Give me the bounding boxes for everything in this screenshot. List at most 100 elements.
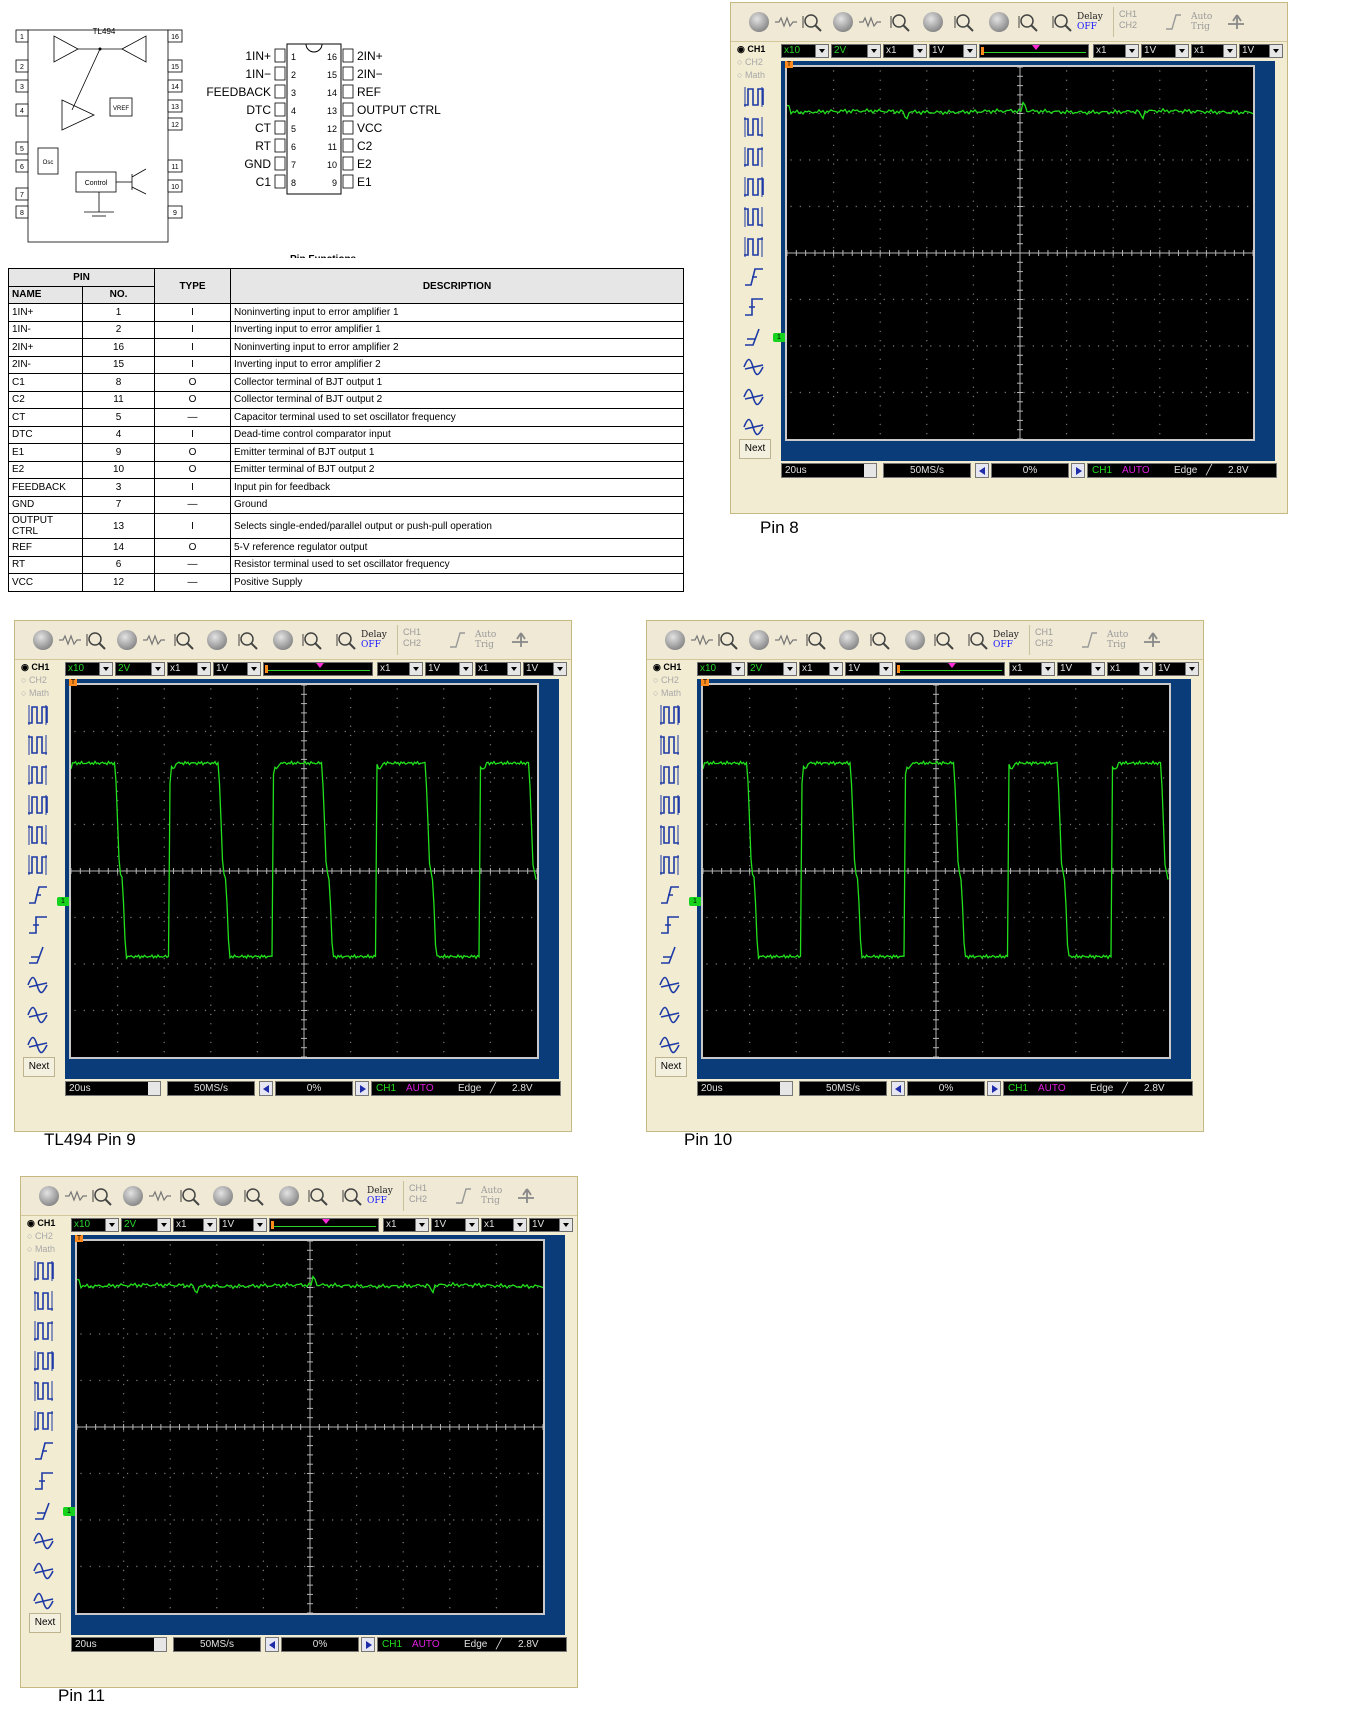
trigger-level-icon[interactable] xyxy=(515,1186,537,1209)
record-button[interactable] xyxy=(749,630,769,650)
trigger-mode-button-10[interactable] xyxy=(741,355,767,379)
trigger-mode-button-4[interactable] xyxy=(25,793,51,817)
trigger-mode-button-7[interactable] xyxy=(657,883,683,907)
next-button[interactable]: Next xyxy=(23,1057,55,1077)
trigger-mode-button-3[interactable] xyxy=(741,145,767,169)
zoom-out-icon[interactable] xyxy=(933,630,957,650)
zoom-fit-icon[interactable] xyxy=(869,630,893,650)
capture-button[interactable] xyxy=(213,1186,233,1206)
trigger-mode-button-2[interactable] xyxy=(31,1289,57,1313)
next-button[interactable]: Next xyxy=(29,1613,61,1633)
trigger-mode-button-3[interactable] xyxy=(31,1319,57,1343)
trigger-mode-button-12[interactable] xyxy=(657,1033,683,1057)
math-volts-select[interactable]: 1V xyxy=(1057,662,1105,676)
trigger-mode-button-10[interactable] xyxy=(25,973,51,997)
ch2-volts-select[interactable]: 1V xyxy=(219,1218,267,1232)
capture-button[interactable] xyxy=(923,12,943,32)
ch1-probe-select[interactable]: x10 xyxy=(697,662,745,676)
trigger-channel-select[interactable]: CH1 CH2 xyxy=(1035,627,1053,649)
zoom-icon[interactable] xyxy=(85,630,109,650)
channel-option-ch2[interactable]: ○ CH2 xyxy=(737,56,777,69)
ref-probe-select[interactable]: x1 xyxy=(1191,44,1237,58)
ch1-probe-select[interactable]: x10 xyxy=(65,662,113,676)
zoom-icon[interactable] xyxy=(801,12,825,32)
single-trigger-icon[interactable] xyxy=(773,12,799,32)
auto-trigger-button[interactable]: Auto Trig xyxy=(1191,12,1212,32)
channel-option-math[interactable]: ○ Math xyxy=(21,687,61,700)
auto-trigger-button[interactable]: Auto Trig xyxy=(481,1186,502,1206)
math-volts-select[interactable]: 1V xyxy=(431,1218,479,1232)
trigger-mode-button-4[interactable] xyxy=(657,793,683,817)
trigger-mode-button-12[interactable] xyxy=(25,1033,51,1057)
zoom-in-icon[interactable] xyxy=(889,12,913,32)
trigger-mode-button-8[interactable] xyxy=(25,913,51,937)
zoom-icon[interactable] xyxy=(91,1186,115,1206)
next-button[interactable]: Next xyxy=(739,439,771,459)
trigger-mode-button-5[interactable] xyxy=(657,823,683,847)
trigger-position-slider[interactable] xyxy=(263,662,373,676)
delay-toggle[interactable]: Delay OFF xyxy=(1077,12,1103,32)
trigger-mode-button-7[interactable] xyxy=(25,883,51,907)
trigger-right-button[interactable] xyxy=(361,1637,375,1652)
trigger-mode-button-7[interactable] xyxy=(31,1439,57,1463)
delay-icon[interactable] xyxy=(341,1186,365,1206)
trigger-channel-select[interactable]: CH1 CH2 xyxy=(1119,9,1137,31)
single-trigger-icon[interactable] xyxy=(57,630,83,650)
channel-option-ch1[interactable]: ◉ CH1 xyxy=(27,1217,67,1230)
channel-option-ch1[interactable]: ◉ CH1 xyxy=(737,43,777,56)
delay-toggle[interactable]: Delay OFF xyxy=(361,630,387,650)
ch2-volts-select[interactable]: 1V xyxy=(845,662,893,676)
run-stop-button[interactable] xyxy=(749,12,769,32)
ch1-ground-marker[interactable]: 1 xyxy=(689,897,701,906)
trigger-slope-icon[interactable] xyxy=(1163,12,1183,35)
trigger-level-icon[interactable] xyxy=(509,630,531,653)
timebase-select[interactable]: 20us xyxy=(697,1081,793,1096)
trigger-channel-select[interactable]: CH1 CH2 xyxy=(409,1183,427,1205)
trigger-left-button[interactable] xyxy=(975,463,989,478)
trigger-mode-button-1[interactable] xyxy=(31,1259,57,1283)
record-button[interactable] xyxy=(117,630,137,650)
trigger-mode-button-2[interactable] xyxy=(657,733,683,757)
waveform-icon[interactable] xyxy=(147,1186,173,1206)
timebase-select[interactable]: 20us xyxy=(71,1637,167,1652)
trigger-mode-button-1[interactable] xyxy=(657,703,683,727)
zoom-fit-icon[interactable] xyxy=(243,1186,267,1206)
run-stop-button[interactable] xyxy=(33,630,53,650)
trigger-channel-option[interactable]: CH1 xyxy=(1119,9,1137,20)
trigger-position-marker[interactable]: T xyxy=(701,679,709,686)
trigger-mode-button-9[interactable] xyxy=(657,943,683,967)
settings-button[interactable] xyxy=(279,1186,299,1206)
ch1-volts-select[interactable]: 2V xyxy=(831,44,881,58)
record-button[interactable] xyxy=(123,1186,143,1206)
trigger-channel-option[interactable]: CH2 xyxy=(403,638,421,649)
math-probe-select[interactable]: x1 xyxy=(383,1218,429,1232)
trigger-mode-button-9[interactable] xyxy=(31,1499,57,1523)
zoom-out-icon[interactable] xyxy=(307,1186,331,1206)
ch1-ground-marker[interactable]: 1 xyxy=(57,897,69,906)
math-volts-select[interactable]: 1V xyxy=(425,662,473,676)
run-stop-button[interactable] xyxy=(665,630,685,650)
waveform-display[interactable] xyxy=(701,683,1171,1059)
trigger-left-button[interactable] xyxy=(891,1081,905,1096)
trigger-mode-button-4[interactable] xyxy=(31,1349,57,1373)
slider-handle[interactable] xyxy=(315,663,324,668)
delay-toggle[interactable]: Delay OFF xyxy=(367,1186,393,1206)
channel-option-ch1[interactable]: ◉ CH1 xyxy=(21,661,61,674)
ch1-ground-marker[interactable]: 1 xyxy=(773,333,785,342)
trigger-channel-option[interactable]: CH2 xyxy=(409,1194,427,1205)
capture-button[interactable] xyxy=(207,630,227,650)
channel-selector[interactable]: ◉ CH1 ○ CH2 ○ Math xyxy=(737,43,777,82)
trigger-mode-button-6[interactable] xyxy=(657,853,683,877)
trigger-right-button[interactable] xyxy=(987,1081,1001,1096)
single-trigger-icon[interactable] xyxy=(689,630,715,650)
trigger-position-marker[interactable]: T xyxy=(69,679,77,686)
math-probe-select[interactable]: x1 xyxy=(377,662,423,676)
trigger-mode-button-3[interactable] xyxy=(25,763,51,787)
trigger-mode-button-6[interactable] xyxy=(31,1409,57,1433)
ref-volts-select[interactable]: 1V xyxy=(1155,662,1199,676)
slider-handle[interactable] xyxy=(321,1219,330,1224)
ref-volts-select[interactable]: 1V xyxy=(529,1218,573,1232)
channel-selector[interactable]: ◉ CH1 ○ CH2 ○ Math xyxy=(21,661,61,700)
trigger-mode-button-11[interactable] xyxy=(657,1003,683,1027)
trigger-mode-button-11[interactable] xyxy=(25,1003,51,1027)
